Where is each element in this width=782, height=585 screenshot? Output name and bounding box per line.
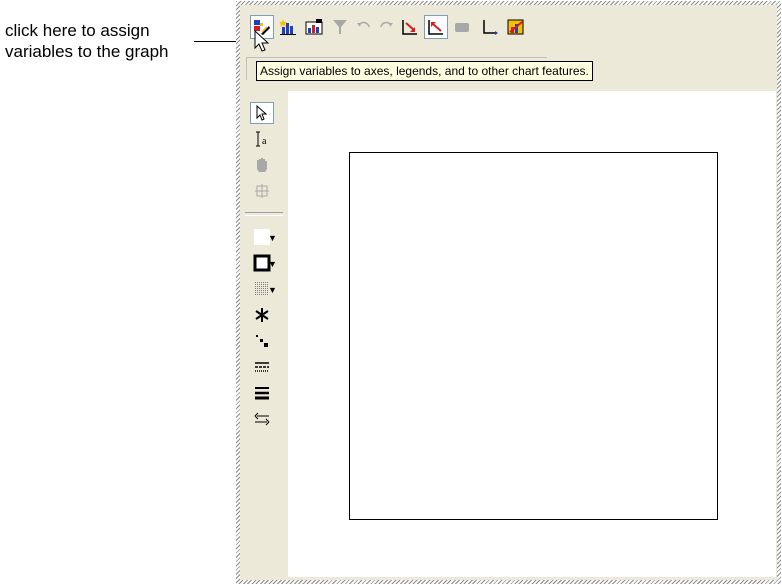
hand-icon — [257, 158, 267, 172]
line-weight-button[interactable] — [250, 382, 274, 404]
tool-palette: a ▼ ▼ ▼ — [242, 94, 284, 576]
select-tool-button[interactable] — [250, 102, 274, 124]
palette-divider — [245, 212, 283, 216]
main-toolbar — [246, 7, 766, 49]
tooltip: Assign variables to axes, legends, and t… — [256, 61, 593, 81]
line-style-button[interactable] — [250, 356, 274, 378]
marker-size-button[interactable] — [250, 330, 274, 352]
graph-type-button[interactable] — [302, 15, 326, 39]
axis-right-button[interactable] — [398, 15, 422, 39]
redo-button[interactable] — [374, 15, 398, 39]
marker-symbol-button[interactable] — [250, 304, 274, 326]
zoom-box-tool-button[interactable] — [250, 180, 274, 202]
new-graph-button[interactable] — [276, 15, 300, 39]
block-button[interactable] — [450, 15, 474, 39]
block-icon — [455, 23, 469, 32]
swap-arrows-icon — [254, 412, 270, 426]
chart-properties-button[interactable] — [504, 15, 528, 39]
line-weight-icon — [255, 387, 269, 400]
callout-line-2: variables to the graph — [5, 42, 169, 61]
marker-size-icon — [256, 335, 268, 347]
undo-button[interactable] — [352, 15, 376, 39]
chart-properties-icon — [507, 19, 524, 35]
zoom-box-icon — [255, 184, 269, 198]
fill-color-dropdown-icon[interactable]: ▼ — [268, 233, 277, 243]
callout-annotation: click here to assign variables to the gr… — [5, 20, 169, 62]
select-arrow-icon — [256, 105, 268, 121]
hand-tool-button[interactable] — [250, 154, 274, 176]
mouse-cursor-icon — [254, 30, 270, 52]
filter-icon — [333, 20, 347, 34]
redo-icon — [380, 21, 393, 28]
text-tool-button[interactable]: a — [250, 128, 274, 150]
svg-text:a: a — [262, 136, 267, 147]
axes-button[interactable] — [478, 15, 502, 39]
graph-canvas[interactable] — [288, 91, 776, 577]
swap-arrows-button[interactable] — [250, 408, 274, 430]
marker-star-icon — [255, 308, 269, 322]
callout-line-1: click here to assign — [5, 21, 150, 40]
axis-left-button[interactable] — [424, 15, 448, 39]
line-style-icon — [255, 362, 269, 372]
pattern-dropdown-icon[interactable]: ▼ — [268, 285, 277, 295]
undo-icon — [357, 21, 370, 28]
graph-type-icon — [305, 19, 323, 35]
plot-area[interactable] — [349, 152, 718, 520]
axis-left-icon — [428, 20, 443, 35]
filter-button[interactable] — [328, 15, 352, 39]
axes-icon — [483, 20, 498, 35]
new-graph-icon — [279, 19, 296, 35]
text-cursor-icon: a — [256, 131, 267, 147]
border-color-dropdown-icon[interactable]: ▼ — [268, 259, 277, 269]
axis-right-icon — [402, 20, 417, 35]
